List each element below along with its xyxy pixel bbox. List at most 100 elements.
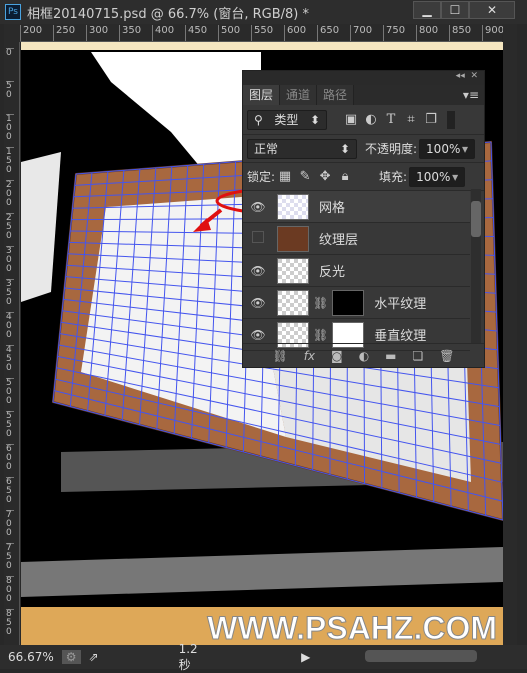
opacity-value: 100% (426, 142, 460, 156)
panel-menu-button[interactable]: ▾≡ (458, 85, 484, 105)
ruler-tick-label: 750 (6, 543, 14, 571)
layer-row[interactable]: 纹理层 (243, 223, 470, 255)
lock-label: 锁定: (247, 168, 275, 185)
layer-name: 纹理层 (319, 229, 358, 248)
ruler-tick-label: 200 (6, 180, 14, 208)
chevron-updown-icon: ⬍ (340, 142, 350, 156)
zoom-level[interactable]: 66.67% (8, 650, 54, 664)
layer-name: 垂直纹理 (374, 325, 426, 344)
fill-input[interactable]: 100%▾ (409, 167, 465, 187)
lock-all-icon[interactable]: 🔒︎ (335, 169, 355, 184)
ruler-tick-label: 500 (218, 25, 240, 41)
ruler-tick-label: 450 (6, 345, 14, 373)
ruler-tick-label: 650 (6, 477, 14, 505)
lock-transparency-icon[interactable]: ▦ (275, 169, 295, 184)
chevron-down-icon[interactable]: ▾ (462, 142, 468, 156)
layer-mask-thumbnail[interactable] (332, 290, 364, 316)
lock-position-move-icon[interactable]: ✥ (315, 169, 335, 184)
ruler-tick-label: 0 (6, 48, 14, 58)
vertical-scrollbar[interactable] (503, 24, 517, 645)
ruler-tick-label: 400 (6, 312, 14, 340)
add-mask-icon[interactable]: ◙ (331, 349, 343, 363)
blend-mode-select[interactable]: 正常 ⬍ (247, 139, 357, 159)
maximize-button[interactable]: ☐ (441, 1, 469, 19)
blend-mode-value: 正常 (254, 140, 278, 157)
ruler-tick-label: 350 (119, 25, 141, 41)
minimize-button[interactable]: ▁ (413, 1, 441, 19)
ruler-tick-label: 50 (6, 81, 14, 100)
filter-value: 类型 (274, 111, 298, 128)
type-filter-icon[interactable]: T (381, 112, 401, 127)
ruler-tick-label: 200 (20, 25, 42, 41)
timing-info: 1.2 秒 (179, 642, 212, 673)
window-light-left (21, 152, 61, 302)
opacity-input[interactable]: 100%▾ (419, 139, 475, 159)
layer-name: 网格 (319, 197, 345, 216)
ruler-tick-label: 100 (6, 114, 14, 142)
chain-link-icon[interactable]: ⛓ (313, 328, 328, 342)
chain-link-icon[interactable]: ⛓ (313, 296, 328, 310)
ruler-tick-label: 350 (6, 279, 14, 307)
lock-paint-brush-icon[interactable]: ✎ (295, 169, 315, 184)
fx-button[interactable]: fx (304, 349, 315, 363)
smart-object-filter-icon[interactable]: ❐ (421, 112, 441, 127)
close-panel-button[interactable]: ✕ (470, 71, 478, 81)
layer-row[interactable]: 👁︎ 网格 (243, 191, 470, 223)
ruler-tick-label: 250 (53, 25, 75, 41)
eye-visibility-icon[interactable]: 👁︎ (243, 328, 273, 342)
close-button[interactable]: ✕ (469, 1, 515, 19)
adjustment-layer-icon[interactable]: ◐ (359, 349, 369, 363)
layer-row[interactable]: 👁︎⛓水平纹理 (243, 287, 470, 319)
horizontal-ruler[interactable]: 2002503003504004505005506006507007508008… (20, 24, 502, 42)
visibility-toggle[interactable] (243, 231, 273, 246)
status-menu-arrow-icon[interactable]: ▶ (301, 650, 310, 664)
adjustment-filter-icon[interactable]: ◐ (361, 112, 381, 127)
layers-scrollbar[interactable] (471, 189, 481, 344)
ruler-tick-label: 750 (383, 25, 405, 41)
layer-thumbnail (277, 290, 309, 316)
ruler-tick-label: 800 (416, 25, 438, 41)
layer-thumbnail (277, 194, 309, 220)
tab-channels[interactable]: 通道 (280, 85, 317, 105)
document-title: 相框20140715.psd @ 66.7% (窗台, RGB/8) * (27, 3, 309, 22)
ruler-tick-label: 800 (6, 576, 14, 604)
ruler-tick-label: 300 (6, 246, 14, 274)
new-layer-icon[interactable]: ❏ (413, 349, 424, 363)
ruler-tick-label: 850 (449, 25, 471, 41)
new-group-folder-icon[interactable]: ▬ (385, 349, 396, 363)
filter-toggle[interactable] (447, 111, 455, 129)
filter-type-select[interactable]: ⚲类型⬍ (247, 110, 327, 130)
ruler-tick-label: 150 (6, 147, 14, 175)
ruler-tick-label: 250 (6, 213, 14, 241)
sill-lower (21, 547, 503, 597)
shape-filter-icon[interactable]: ⌗ (401, 112, 421, 127)
ruler-tick-label: 700 (6, 510, 14, 538)
share-icon[interactable]: ⇗ (89, 650, 99, 664)
link-layers-icon[interactable]: ⛓ (272, 349, 287, 363)
photoshop-logo-icon: Ps (5, 4, 21, 20)
chevron-down-icon[interactable]: ▾ (452, 170, 458, 184)
ruler-origin[interactable] (4, 24, 20, 42)
title-bar: Ps 相框20140715.psd @ 66.7% (窗台, RGB/8) * … (0, 0, 527, 24)
vertical-ruler[interactable]: 0501001502002503003504004505005506006507… (4, 42, 20, 645)
fill-value: 100% (416, 170, 450, 184)
eye-visibility-icon[interactable]: 👁︎ (243, 200, 273, 214)
tab-layers[interactable]: 图层 (243, 85, 280, 105)
layer-row[interactable]: 👁︎反光 (243, 255, 470, 287)
image-filter-icon[interactable]: ▣ (341, 112, 361, 127)
ruler-tick-label: 850 (6, 609, 14, 637)
trash-icon[interactable]: 🗑︎ (439, 349, 454, 363)
tab-paths[interactable]: 路径 (317, 85, 354, 105)
ruler-tick-label: 600 (284, 25, 306, 41)
scrollbar-thumb[interactable] (365, 650, 477, 662)
top-banner (21, 42, 503, 50)
eye-visibility-icon[interactable]: 👁︎ (243, 296, 273, 310)
horizontal-scrollbar[interactable] (320, 650, 527, 664)
layers-panel: ◂◂ ✕ 图层 通道 路径 ▾≡ ⚲类型⬍ ▣ ◐ T ⌗ ❐ 正常⬍ 不透明度… (242, 70, 485, 368)
ruler-tick-label: 550 (251, 25, 273, 41)
eye-visibility-icon[interactable]: 👁︎ (243, 264, 273, 278)
ruler-tick-label: 600 (6, 444, 14, 472)
ruler-tick-label: 650 (317, 25, 339, 41)
ruler-tick-label: 450 (185, 25, 207, 41)
collapse-panel-button[interactable]: ◂◂ (456, 71, 465, 81)
